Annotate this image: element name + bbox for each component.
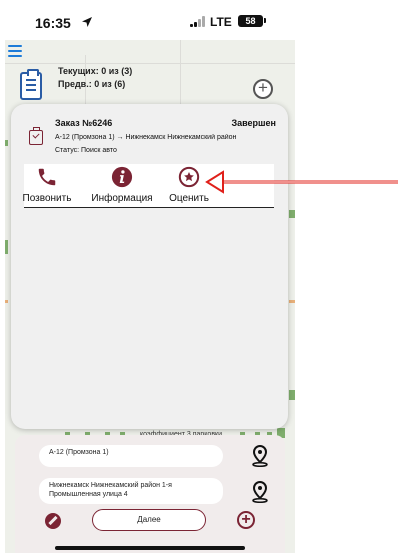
red-arrow-annotation — [205, 170, 398, 194]
menu-button[interactable] — [8, 45, 22, 57]
to-address-line1: Нижнекамск Нижнекамский район 1-я — [49, 482, 172, 489]
order-sheet: Заказ №6246 Завершен А-12 (Промзона 1) →… — [11, 104, 288, 429]
network-label: LTE — [210, 15, 232, 29]
bottom-panel: А-12 (Промзона 1) Нижнекамск Нижнекамски… — [15, 435, 285, 553]
bottom-actions: Далее + — [15, 507, 285, 537]
location-arrow-icon — [82, 17, 92, 27]
signal-icon — [190, 16, 205, 27]
to-pin-icon[interactable] — [251, 481, 269, 503]
battery-icon: 58 — [238, 15, 263, 27]
order-title: Заказ №6246 — [55, 118, 113, 128]
call-button[interactable]: Позвонить — [12, 164, 82, 204]
to-address-field[interactable]: Нижнекамск Нижнекамский район 1-я Промыш… — [39, 478, 223, 504]
battery-tip — [264, 18, 266, 23]
star-icon — [178, 166, 200, 188]
phone-screen: 16:35 LTE 58 коэффициент 3 парковки Теку… — [5, 0, 295, 553]
order-state: Завершен — [231, 118, 276, 128]
add-icon[interactable]: + — [237, 511, 255, 529]
next-button[interactable]: Далее — [92, 509, 206, 531]
order-search-status: Статус: Поиск авто — [55, 147, 117, 154]
cancel-icon[interactable] — [45, 513, 61, 529]
map-add-button[interactable]: + — [253, 79, 273, 99]
info-icon — [111, 166, 133, 188]
to-address-line2: Промышленная улица 4 — [49, 491, 128, 498]
phone-icon — [38, 168, 56, 186]
info-button[interactable]: Информация — [87, 164, 157, 204]
status-time: 16:35 — [35, 15, 71, 31]
order-route: А-12 (Промзона 1) → Нижнекамск Нижнекамс… — [55, 134, 237, 141]
from-pin-icon[interactable] — [251, 445, 269, 467]
rate-label: Оценить — [169, 193, 209, 204]
info-label: Информация — [91, 193, 153, 204]
call-label: Позвонить — [22, 193, 72, 204]
prelim-orders-count: Предв.: 0 из (6) — [58, 79, 126, 89]
home-indicator — [55, 546, 245, 550]
status-bar: 16:35 LTE 58 — [5, 0, 295, 40]
orders-list-icon[interactable] — [20, 69, 42, 100]
order-clipboard-icon — [29, 127, 43, 145]
from-address-field[interactable]: А-12 (Промзона 1) — [39, 445, 223, 467]
current-orders-count: Текущих: 0 из (3) — [58, 66, 133, 76]
